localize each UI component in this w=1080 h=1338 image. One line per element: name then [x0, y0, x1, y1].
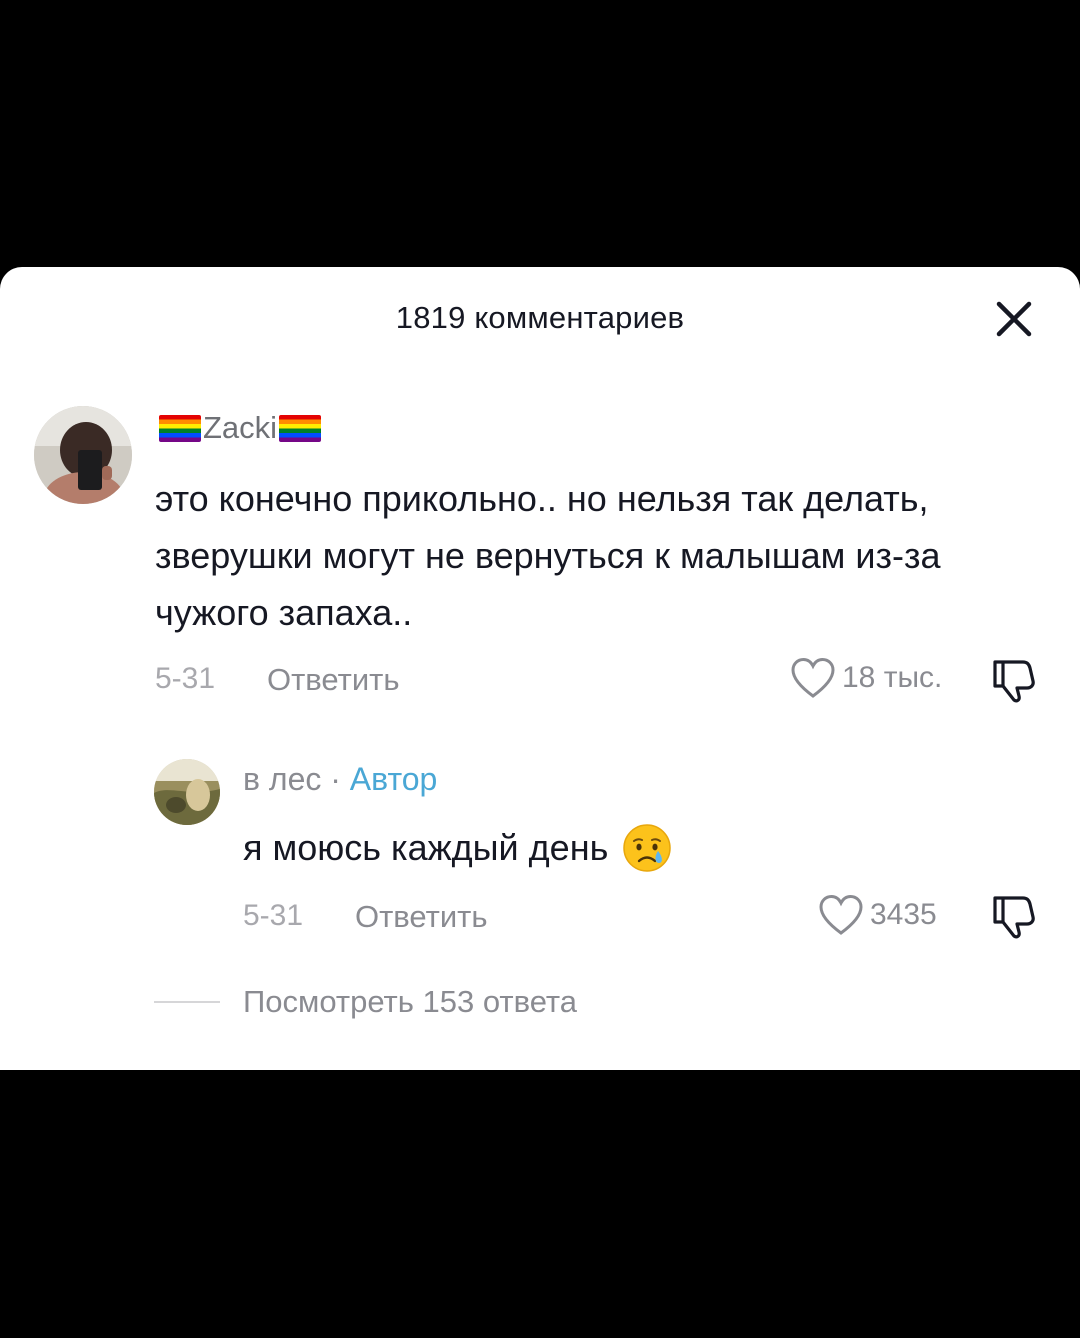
comment-text: это конечно прикольно.. но нельзя так де… — [155, 478, 941, 633]
reply-reply-button[interactable]: Ответить — [355, 899, 488, 935]
author-badge: Автор — [349, 761, 438, 797]
reply-date: 5-31 — [243, 899, 304, 932]
view-replies-button[interactable]: Посмотреть 153 ответа — [243, 984, 577, 1020]
reply-username: в лес — [243, 761, 322, 797]
username-text: Zacki — [203, 410, 278, 445]
reply-like-button[interactable]: 3435 — [818, 894, 937, 936]
reply-like-count: 3435 — [870, 898, 937, 931]
reply-dislike-button[interactable] — [989, 893, 1039, 939]
comment-date: 5-31 — [155, 662, 216, 695]
reply-text: я моюсь каждый день — [243, 827, 609, 868]
close-icon — [996, 301, 1032, 337]
heart-icon — [791, 657, 835, 698]
like-button[interactable]: 18 тыс. — [790, 657, 942, 699]
replies-divider — [154, 1001, 220, 1003]
comment-username[interactable]: Zacki — [157, 410, 323, 446]
comments-count-title: 1819 комментариев — [395, 300, 685, 335]
dislike-button[interactable] — [989, 657, 1039, 703]
crying-face-icon — [623, 824, 672, 872]
separator-dot: · — [330, 761, 341, 797]
rainbow-flag-icon — [279, 414, 322, 442]
reply-button[interactable]: Ответить — [267, 662, 400, 698]
heart-icon — [819, 894, 863, 935]
like-count: 18 тыс. — [842, 661, 943, 694]
rainbow-flag-icon — [159, 414, 201, 442]
close-button[interactable] — [993, 298, 1035, 340]
reply-username-line[interactable]: в лес · Автор — [243, 761, 437, 798]
thumbs-down-icon — [993, 896, 1035, 939]
reply-text-line: я моюсь каждый день — [243, 823, 672, 873]
reply-avatar[interactable] — [154, 759, 220, 825]
thumbs-down-icon — [993, 660, 1035, 703]
avatar[interactable] — [34, 406, 132, 504]
